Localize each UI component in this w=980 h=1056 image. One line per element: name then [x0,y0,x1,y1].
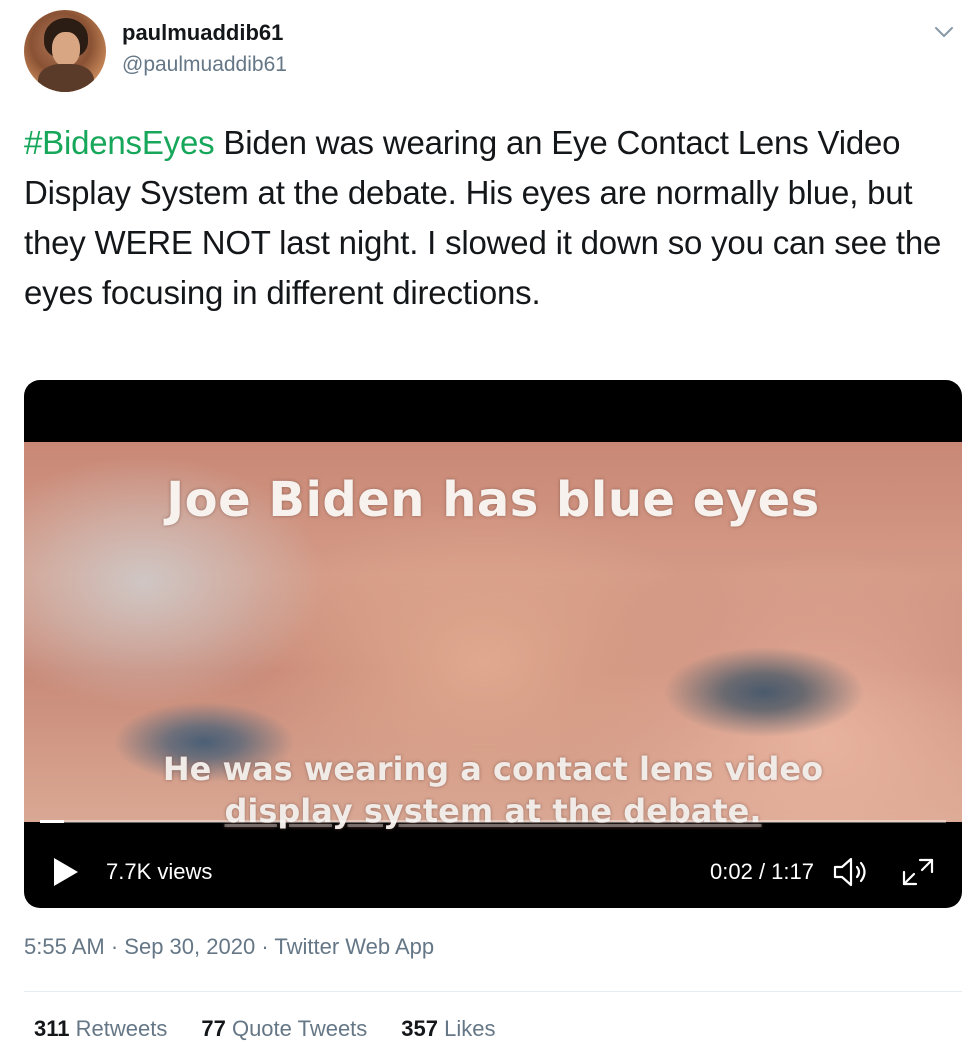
retweets-label: Retweets [75,1016,168,1041]
fullscreen-icon[interactable] [900,856,936,888]
video-controls: 7.7K views 0:02 / 1:17 [24,842,962,902]
video-frame[interactable]: Joe Biden has blue eyes He was wearing a… [24,442,962,830]
quote-tweets-count: 77 [201,1016,226,1041]
likes-stat[interactable]: 357 Likes [401,1016,495,1042]
tweet-card: paulmuaddib61 @paulmuaddib61 #BidensEyes… [0,0,980,1056]
tweet-stats: 311 Retweets 77 Quote Tweets 357 Likes [34,1016,496,1042]
retweets-count: 311 [34,1016,70,1041]
view-count: 7.7K views [106,859,213,884]
display-name[interactable]: paulmuaddib61 [122,20,283,46]
meta-separator: · [261,934,269,959]
video-caption-line-2: display system at the debate. [224,792,762,830]
tweet-date[interactable]: Sep 30, 2020 [124,934,255,959]
tweet-source[interactable]: Twitter Web App [274,934,434,959]
tweet-meta: 5:55 AM · Sep 30, 2020 · Twitter Web App [24,934,434,960]
retweets-stat[interactable]: 311 Retweets [34,1016,167,1042]
video-progress-bar[interactable] [40,820,946,823]
video-player[interactable]: Joe Biden has blue eyes He was wearing a… [24,380,962,908]
likes-label: Likes [444,1016,496,1041]
tweet-text: #BidensEyes Biden was wearing an Eye Con… [24,118,954,318]
volume-icon[interactable] [832,856,872,888]
likes-count: 357 [401,1016,439,1041]
video-caption-top: Joe Biden has blue eyes [166,472,820,528]
avatar-face [52,32,80,66]
video-time: 0:02 / 1:17 [710,859,814,884]
quote-tweets-label: Quote Tweets [231,1016,368,1041]
video-caption-line-1: He was wearing a contact lens video [162,750,824,788]
meta-separator: · [110,934,119,959]
video-progress-fill [40,820,64,823]
avatar-body [38,64,94,92]
hashtag-link[interactable]: #BidensEyes [24,124,215,161]
chevron-down-icon[interactable] [932,20,956,44]
tweet-time[interactable]: 5:55 AM [24,934,105,959]
divider [24,991,962,992]
user-handle[interactable]: @paulmuaddib61 [122,53,287,77]
quote-tweets-stat[interactable]: 77 Quote Tweets [201,1016,367,1042]
avatar[interactable] [24,10,106,92]
play-icon[interactable] [52,856,80,888]
